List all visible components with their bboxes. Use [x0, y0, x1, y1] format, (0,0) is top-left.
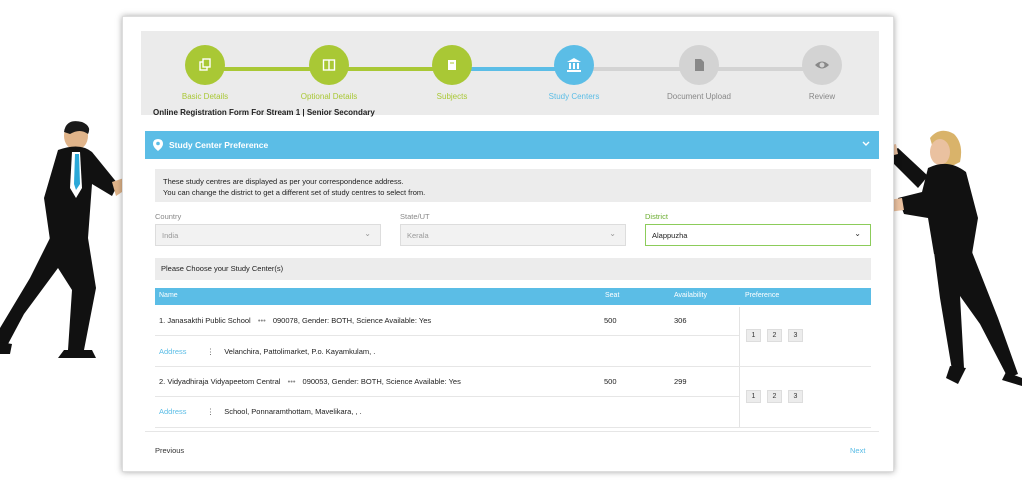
preference-1-button[interactable]: 1	[746, 329, 761, 342]
step-label: Document Upload	[666, 92, 732, 101]
info-line: These study centres are displayed as per…	[163, 177, 404, 186]
chevron-down-icon: ⌄	[854, 229, 861, 238]
country-value: India	[162, 231, 179, 240]
previous-button[interactable]: Previous	[155, 446, 184, 455]
table-row: 1. Janasakthi Public School ••• 090078, …	[159, 316, 431, 325]
chevron-down-icon: ⌄	[364, 229, 371, 238]
more-vertical-icon[interactable]: ⋮	[207, 347, 215, 356]
more-vertical-icon[interactable]: ⋮	[207, 407, 215, 416]
chevron-down-icon: ⌄	[609, 229, 616, 238]
step-basic-details[interactable]: Basic Details	[145, 45, 265, 101]
row-divider	[155, 427, 871, 428]
separator-icon: •••	[287, 377, 296, 386]
eye-icon	[802, 45, 842, 85]
document-icon	[679, 45, 719, 85]
copy-icon	[185, 45, 225, 85]
step-document-upload[interactable]: Document Upload	[639, 45, 759, 101]
book-icon	[432, 45, 472, 85]
state-select[interactable]: Kerala ⌄	[400, 224, 626, 246]
study-center-preference-header[interactable]: Study Center Preference	[145, 131, 879, 159]
next-button[interactable]: Next	[850, 446, 865, 455]
map-marker-icon	[153, 139, 163, 151]
info-notice: These study centres are displayed as per…	[155, 169, 871, 202]
preference-2-button[interactable]: 2	[767, 329, 782, 342]
district-value: Alappuzha	[652, 231, 688, 240]
table-row: 2. Vidyadhiraja Vidyapeetom Central ••• …	[159, 377, 461, 386]
columns-icon	[309, 45, 349, 85]
country-label: Country	[155, 212, 182, 221]
preference-1-button[interactable]: 1	[746, 390, 761, 403]
center-details: 090078, Gender: BOTH, Science Available:…	[272, 316, 432, 325]
availability-value: 299	[674, 377, 687, 386]
businessman-illustration	[0, 121, 128, 358]
step-review[interactable]: Review	[762, 45, 882, 101]
center-name: 2. Vidyadhiraja Vidyapeetom Central	[159, 377, 281, 386]
step-label: Review	[808, 92, 836, 101]
table-header: Name Seat Availability Preference	[155, 288, 871, 305]
chevron-down-icon	[862, 141, 870, 146]
form-title: Online Registration Form For Stream 1 | …	[153, 108, 375, 117]
step-optional-details[interactable]: Optional Details	[269, 45, 389, 101]
info-line: You can change the district to get a dif…	[163, 188, 426, 197]
step-study-centers[interactable]: Study Centers	[514, 45, 634, 101]
footer-divider	[145, 431, 879, 432]
center-name: 1. Janasakthi Public School	[159, 316, 251, 325]
col-preference: Preference	[745, 292, 780, 299]
row-divider	[155, 335, 739, 336]
district-select[interactable]: Alappuzha ⌄	[645, 224, 871, 246]
address-text: Velanchira, Pattolimarket, P.o. Kayamkul…	[224, 347, 376, 356]
address-row: Address ⋮ School, Ponnaramthottam, Mavel…	[159, 407, 362, 416]
seat-value: 500	[604, 377, 617, 386]
step-subjects[interactable]: Subjects	[392, 45, 512, 101]
center-details: 090053, Gender: BOTH, Science Available:…	[302, 377, 461, 386]
preference-cell: 1 2 3	[739, 367, 871, 427]
col-name: Name	[159, 292, 178, 299]
institution-icon	[554, 45, 594, 85]
preference-cell: 1 2 3	[739, 307, 871, 366]
col-seat: Seat	[605, 292, 620, 299]
preference-3-button[interactable]: 3	[788, 329, 803, 342]
seat-value: 500	[604, 316, 617, 325]
country-select[interactable]: India ⌄	[155, 224, 381, 246]
separator-icon: •••	[257, 316, 266, 325]
choose-study-center-label: Please Choose your Study Center(s)	[155, 258, 871, 280]
availability-value: 306	[674, 316, 687, 325]
row-divider	[155, 396, 739, 397]
address-row: Address ⋮ Velanchira, Pattolimarket, P.o…	[159, 347, 375, 356]
col-availability: Availability	[674, 292, 707, 299]
preference-2-button[interactable]: 2	[767, 390, 782, 403]
address-link[interactable]: Address	[159, 347, 187, 356]
state-label: State/UT	[400, 212, 430, 221]
address-link[interactable]: Address	[159, 407, 187, 416]
district-label: District	[645, 212, 668, 221]
step-label: Study Centers	[548, 92, 600, 101]
step-label: Basic Details	[181, 92, 229, 101]
step-label: Optional Details	[300, 92, 358, 101]
progress-stepper: Basic Details Optional Details Subjects …	[141, 31, 879, 115]
section-title: Study Center Preference	[169, 140, 269, 150]
preference-3-button[interactable]: 3	[788, 390, 803, 403]
state-value: Kerala	[407, 231, 429, 240]
step-label: Subjects	[436, 92, 468, 101]
address-text: School, Ponnaramthottam, Mavelikara, , .	[224, 407, 362, 416]
registration-panel: Basic Details Optional Details Subjects …	[122, 16, 894, 472]
businesswoman-illustration	[888, 130, 1022, 386]
